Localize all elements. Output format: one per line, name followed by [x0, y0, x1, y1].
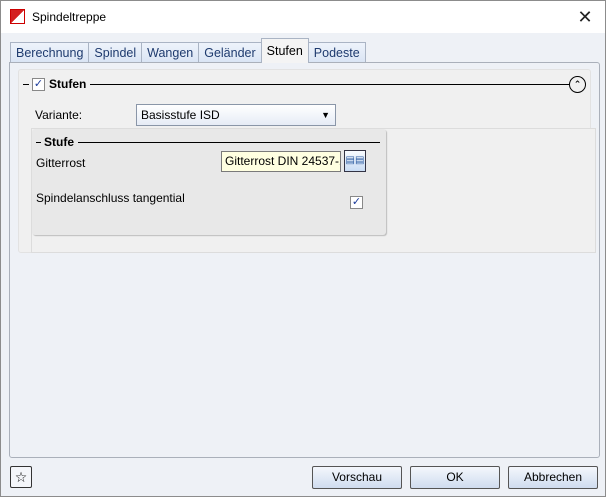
divider	[90, 83, 569, 85]
preview-button[interactable]: Vorschau	[312, 466, 402, 489]
window-title: Spindeltreppe	[32, 10, 107, 24]
favorites-star-icon[interactable]: ☆	[10, 466, 32, 488]
variante-select[interactable]: Basisstufe ISD ▼	[136, 104, 336, 126]
stufen-checkbox[interactable]: ✓	[32, 77, 45, 91]
ok-button[interactable]: OK	[410, 466, 500, 489]
cancel-button[interactable]: Abbrechen	[508, 466, 598, 489]
tab-spindel[interactable]: Spindel	[88, 42, 143, 63]
tab-podeste[interactable]: Podeste	[307, 42, 366, 63]
tab-panel: ✓ Stufen ⌃ Variante: Basisstufe ISD ▼ St…	[9, 62, 600, 458]
spindelanschluss-label: Spindelanschluss tangential	[36, 191, 185, 205]
close-button[interactable]: ✕	[573, 5, 597, 29]
inner-area: Stufe Gitterrost Gitterrost DIN 24537-1 …	[31, 128, 596, 253]
spindelanschluss-checkbox[interactable]: ✓	[350, 196, 363, 209]
divider	[78, 141, 380, 143]
gitterrost-label: Gitterrost	[36, 156, 86, 170]
stufe-group-label: Stufe	[44, 135, 74, 149]
tab-berechnung[interactable]: Berechnung	[10, 42, 90, 63]
collapse-icon[interactable]: ⌃	[569, 75, 586, 93]
stufe-group: Stufe Gitterrost Gitterrost DIN 24537-1 …	[32, 129, 386, 235]
tab-bar: Berechnung Spindel Wangen Geländer Stufe…	[10, 38, 366, 63]
gitterrost-input[interactable]: Gitterrost DIN 24537-1	[221, 151, 341, 172]
tab-stufen[interactable]: Stufen	[260, 38, 309, 63]
stufen-group-label: Stufen	[49, 77, 87, 91]
variante-label: Variante:	[35, 108, 83, 122]
divider	[36, 141, 41, 143]
dialog-window: Spindeltreppe ✕ Berechnung Spindel Wange…	[0, 0, 606, 497]
stufen-group: ✓ Stufen ⌃ Variante: Basisstufe ISD ▼ St…	[18, 69, 596, 253]
tab-gelaender[interactable]: Geländer	[198, 42, 262, 63]
app-icon	[10, 9, 25, 24]
variante-value: Basisstufe ISD	[141, 108, 220, 122]
chevron-down-icon: ▼	[321, 110, 330, 120]
title-bar: Spindeltreppe ✕	[1, 1, 605, 33]
catalog-browse-icon[interactable]: ▤▤	[344, 150, 366, 172]
divider	[23, 83, 29, 85]
tab-wangen[interactable]: Wangen	[141, 42, 200, 63]
